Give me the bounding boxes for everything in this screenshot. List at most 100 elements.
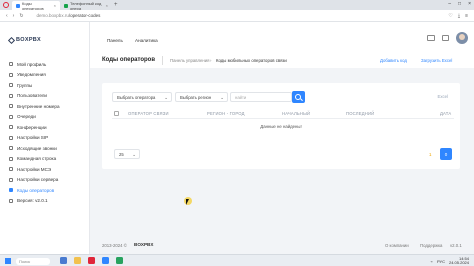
mail-icon[interactable]: [102, 257, 109, 264]
network-icon[interactable]: ⌁: [431, 259, 433, 264]
page-title: Коды операторов: [102, 57, 156, 63]
sidebar-item-label: Настройки МСЭ: [17, 166, 52, 172]
phone-icon: [9, 104, 13, 109]
taskbar-search[interactable]: Поиск: [16, 257, 50, 265]
upload-excel-button[interactable]: Загрузить Excel: [421, 58, 452, 63]
logo-text: BOXPBX: [16, 37, 42, 43]
sidebar-item-outgoing-calls[interactable]: Исходящие звонки: [0, 143, 90, 154]
footer-about-link[interactable]: О компании: [385, 243, 409, 248]
col-date[interactable]: ДАТА: [440, 111, 451, 116]
os-taskbar: Поиск ⌁ РУС 14:54 24.05.2024: [0, 254, 474, 266]
browser-logo-icon[interactable]: [3, 2, 9, 8]
col-operator[interactable]: ОПЕРАТОР СВЯЗИ: [128, 111, 169, 116]
sip-icon: [9, 135, 13, 140]
sidebar-item-notifications[interactable]: Уведомления: [0, 70, 90, 81]
task-view-icon[interactable]: [60, 257, 67, 264]
avatar[interactable]: [456, 32, 468, 44]
sidebar-item-extensions[interactable]: Внутренние номера: [0, 101, 90, 112]
close-window-icon[interactable]: ×: [468, 1, 471, 7]
sidebar-item-profile[interactable]: Мой профиль: [0, 59, 90, 70]
window-icon[interactable]: [442, 35, 449, 41]
sidebar-item-queues[interactable]: Очереди: [0, 112, 90, 123]
region-select-value: Выбрать регион: [180, 94, 212, 100]
browser-tab-active[interactable]: Коды операторов ×: [12, 1, 60, 11]
forward-icon[interactable]: ›: [13, 13, 15, 19]
nav-panel-link[interactable]: Панель: [107, 38, 123, 43]
sidebar-item-groups[interactable]: Группы: [0, 80, 90, 91]
col-start[interactable]: НАЧАЛЬНЫЙ: [282, 111, 310, 116]
groups-icon: [9, 83, 13, 88]
chevron-down-icon: ⌄: [132, 152, 136, 157]
reload-icon[interactable]: ↻: [19, 13, 23, 19]
select-all-checkbox[interactable]: [114, 110, 119, 116]
address-bar: ‹ › ↻ demo.boxpbx.ru/operator-codes ♡ ⤓ …: [0, 10, 474, 22]
start-icon[interactable]: [5, 258, 11, 264]
region-select[interactable]: Выбрать регион ⌄: [175, 92, 228, 102]
browser-tab[interactable]: Телефонный код опера ×: [60, 0, 112, 11]
opera-browser-icon[interactable]: [88, 257, 95, 264]
excel-export-link[interactable]: Excel: [437, 94, 448, 99]
bell-icon: [9, 72, 13, 77]
per-page-select[interactable]: 25 ⌄: [114, 149, 140, 159]
back-icon[interactable]: ‹: [6, 13, 8, 19]
page-header: Коды операторов Панель управления › Коды…: [90, 52, 474, 68]
browser-tab-bar: Коды операторов × Телефонный код опера ×…: [0, 0, 474, 11]
nav-analytics-link[interactable]: Аналитика: [135, 38, 158, 43]
empty-state-text: Данные не найдены!: [260, 124, 302, 129]
maximize-icon[interactable]: □: [458, 1, 461, 7]
current-page-button[interactable]: 0: [440, 148, 452, 160]
tab-favicon-icon: [64, 3, 68, 8]
search-input[interactable]: найти: [230, 92, 292, 102]
chevron-down-icon: ⌄: [220, 95, 224, 100]
sidebar-item-label: Внутренние номера: [17, 103, 60, 109]
sidebar-menu: Мой профиль Уведомления Группы Пользоват…: [0, 59, 90, 206]
col-region[interactable]: РЕГИОН - ГОРОД: [207, 111, 245, 116]
page-number[interactable]: 1: [429, 152, 432, 157]
app-logo[interactable]: BOXPBX: [7, 36, 42, 44]
col-end[interactable]: ПОСЛЕДНИЙ: [346, 111, 374, 116]
tab-title: Телефонный код опера: [70, 0, 102, 11]
sidebar-item-command-line[interactable]: Командная строка: [0, 154, 90, 165]
tab-close-icon[interactable]: ×: [106, 3, 108, 8]
sidebar-item-operator-codes[interactable]: Коды операторов: [0, 185, 90, 196]
breadcrumb-home[interactable]: Панель управления: [170, 58, 209, 63]
book-icon[interactable]: [427, 35, 435, 41]
explorer-icon[interactable]: [74, 257, 81, 264]
sidebar-item-label: Мой профиль: [17, 61, 47, 67]
footer-support-link[interactable]: Поддержка: [420, 243, 442, 248]
per-page-value: 25: [119, 151, 124, 157]
codes-icon: [9, 188, 13, 193]
taskbar-search-label: Поиск: [19, 258, 31, 264]
url-field[interactable]: demo.boxpbx.ru/operator-codes: [37, 13, 101, 18]
tab-close-icon[interactable]: ×: [54, 3, 56, 8]
info-icon: [9, 198, 13, 203]
sidebar-item-label: Исходящие звонки: [17, 145, 57, 151]
user-icon: [9, 62, 13, 67]
add-code-button[interactable]: Добавить код: [380, 58, 407, 63]
download-icon[interactable]: ⤓: [458, 13, 460, 19]
sidebar-item-conferences[interactable]: Конференции: [0, 122, 90, 133]
window-controls: – □ ×: [448, 1, 471, 7]
app-icon[interactable]: [116, 257, 123, 264]
new-tab-icon[interactable]: +: [114, 2, 118, 8]
menu-icon[interactable]: ≡: [465, 13, 468, 19]
sidebar-item-label: Настройки сервера: [17, 177, 59, 183]
search-button[interactable]: [292, 91, 305, 103]
sidebar-item-label: Коды операторов: [17, 187, 55, 193]
breadcrumb-current: Коды мобильных операторов связи: [216, 58, 287, 63]
bookmark-icon[interactable]: ♡: [448, 13, 452, 19]
clock[interactable]: 14:54 24.05.2024: [449, 257, 469, 265]
minimize-icon[interactable]: –: [448, 1, 451, 7]
sidebar-item-label: Уведомления: [17, 72, 46, 78]
search-placeholder: найти: [235, 94, 247, 100]
sidebar-item-label: Конференции: [17, 124, 47, 130]
tab-favicon-icon: [16, 3, 20, 8]
sidebar-item-users[interactable]: Пользователи: [0, 91, 90, 102]
language-indicator[interactable]: РУС: [437, 259, 445, 264]
mouse-cursor: [184, 197, 192, 207]
sidebar-item-server-settings[interactable]: Настройки сервера: [0, 175, 90, 186]
operator-select[interactable]: Выбрать оператора ⌄: [112, 92, 172, 102]
sidebar-item-sip-settings[interactable]: Настройки SIP: [0, 133, 90, 144]
sidebar-item-firewall[interactable]: Настройки МСЭ: [0, 164, 90, 175]
table-header: ОПЕРАТОР СВЯЗИ РЕГИОН - ГОРОД НАЧАЛЬНЫЙ …: [112, 109, 454, 119]
